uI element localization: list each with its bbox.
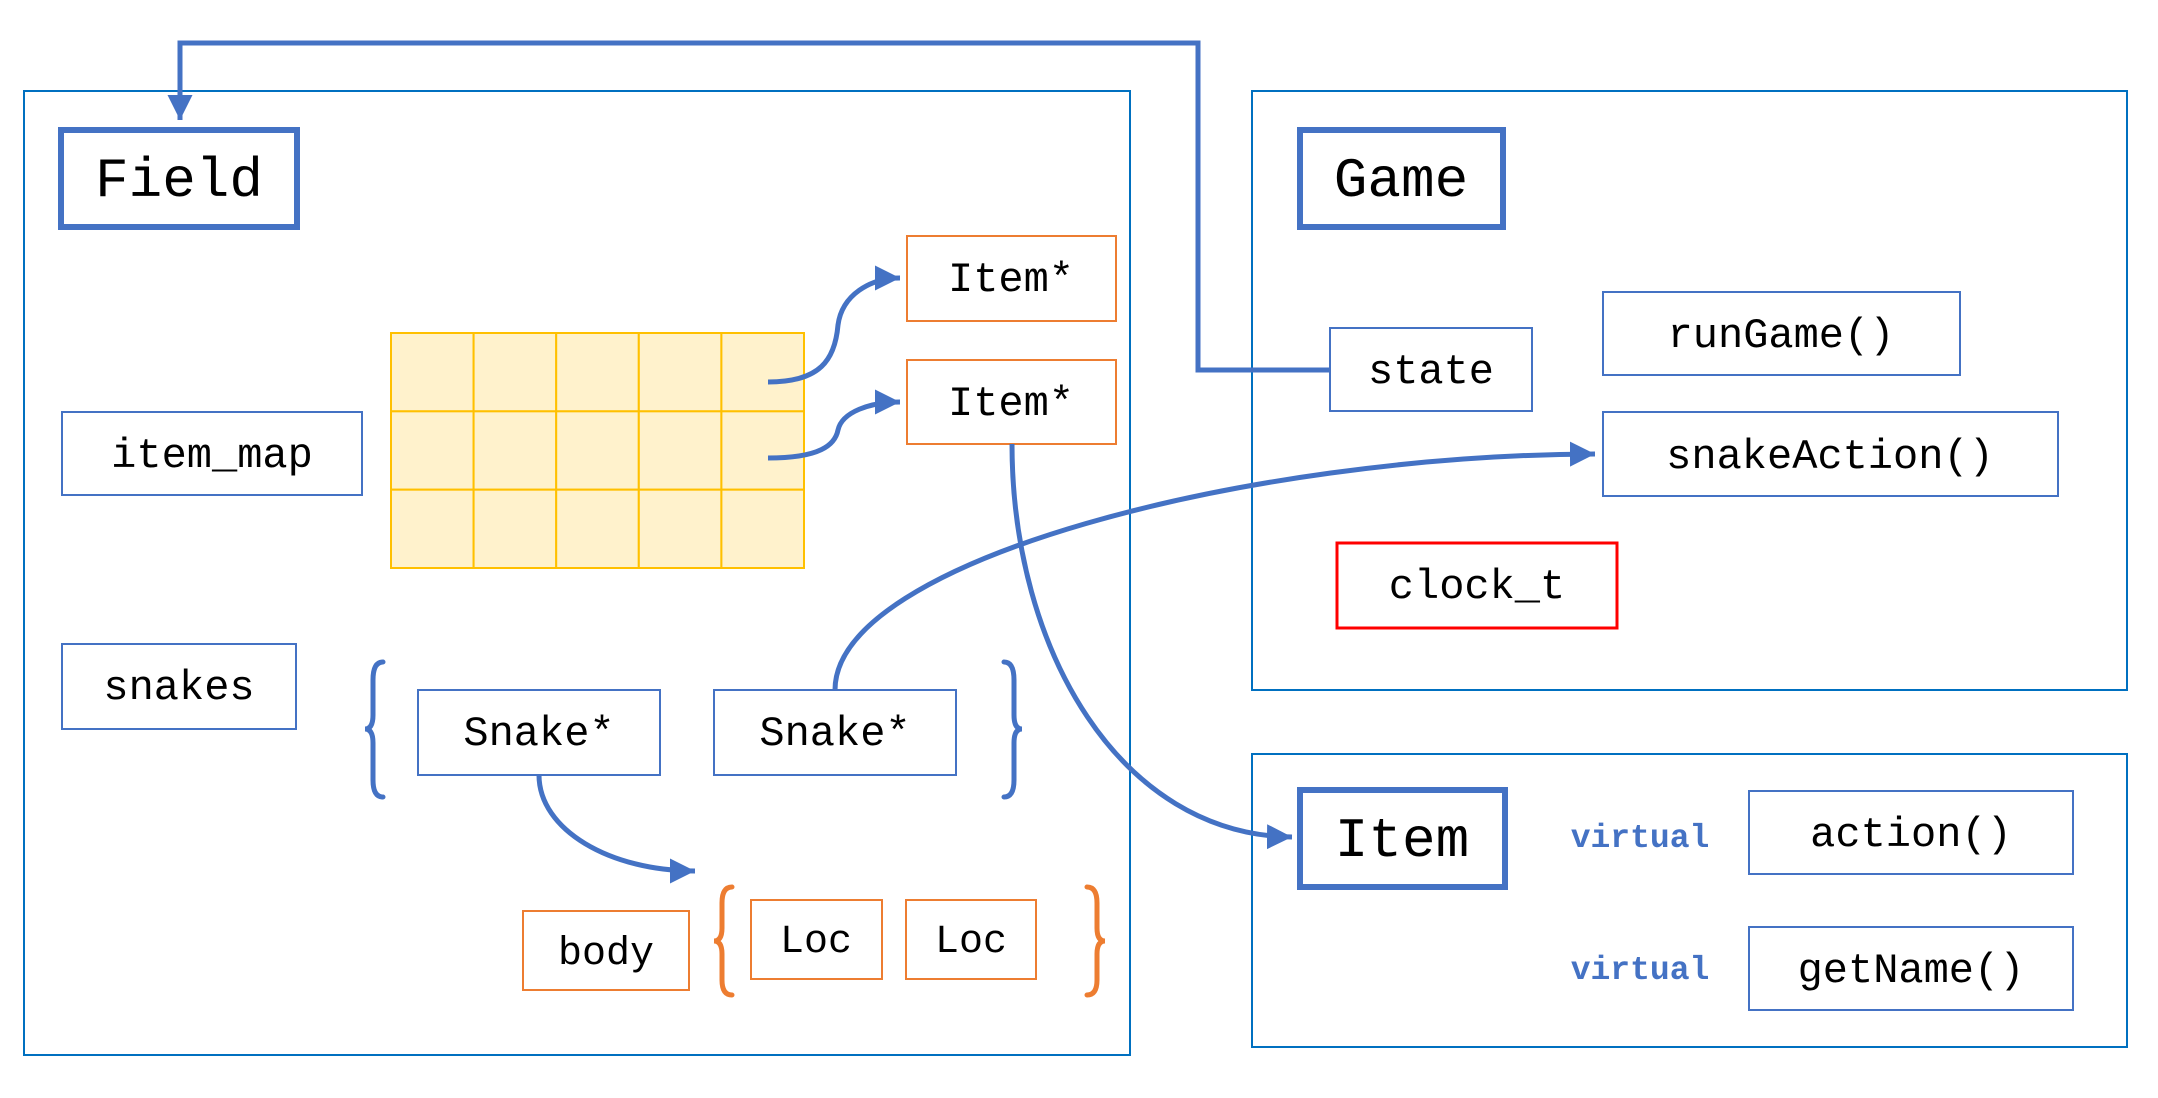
item-ptr-label: Item* [948,256,1074,304]
loc-box-1: Loc [750,899,883,980]
field-title: Field [58,127,300,230]
state-box: state [1329,327,1533,412]
run-game-label: runGame() [1668,312,1895,360]
item-ptr-box-2: Item* [906,359,1117,445]
grid-cell [390,488,475,569]
snake-action-box: snakeAction() [1602,411,2059,497]
grid-cell [555,332,640,413]
state-label: state [1368,348,1494,396]
snakes-box: snakes [61,643,297,730]
item-map-box: item_map [61,411,363,496]
snake-to-body-arrow [536,774,696,884]
snakes-left-brace [364,659,386,800]
grid-cell [555,410,640,491]
grid-cell [720,332,806,413]
grid-cell [555,488,640,569]
grid-cell [637,410,723,491]
run-game-box: runGame() [1602,291,1961,376]
action-box: action() [1748,790,2074,875]
snakes-right-brace [1001,659,1023,800]
body-label: body [558,932,654,977]
snake-ptr-label: Snake* [463,710,614,758]
item-ptr-to-item-arrow [1009,443,1293,850]
item-ptr-box-1: Item* [906,235,1117,322]
snake-ptr-box-2: Snake* [713,689,957,776]
item-title: Item [1297,787,1508,890]
game-title: Game [1297,127,1506,230]
game-title-text: Game [1334,149,1468,213]
loc-label: Loc [780,920,852,965]
body-left-brace [713,884,735,998]
grid-cell [720,410,806,491]
grid-cell [637,332,723,413]
clock-box: clock_t [1335,541,1619,630]
snakes-label: snakes [103,664,254,712]
item-map-label: item_map [111,432,313,480]
grid-cell [637,488,723,569]
state-to-field-arrow [167,40,1330,373]
body-box: body [522,910,690,991]
grid-cell [472,488,558,569]
virtual-keyword: virtual [1571,952,1710,989]
field-title-text: Field [95,149,263,213]
item-title-text: Item [1335,809,1469,873]
snake-ptr-box-1: Snake* [417,689,661,776]
loc-box-2: Loc [905,899,1037,980]
snake-action-label: snakeAction() [1666,433,1994,481]
grid-cell [720,488,806,569]
item-grid [390,332,806,569]
grid-cell [390,332,475,413]
item-ptr-label: Item* [948,380,1074,428]
action-label: action() [1810,811,2012,859]
get-name-label: getName() [1798,947,2025,995]
virtual-keyword: virtual [1571,820,1710,857]
get-name-box: getName() [1748,926,2074,1011]
class-diagram: Field item_map snakes Item* Item* Snake*… [23,40,2128,1056]
grid-cell [390,410,475,491]
grid-cell [472,332,558,413]
body-right-brace [1084,884,1106,998]
snake-ptr-label: Snake* [759,710,910,758]
grid-cell [472,410,558,491]
loc-label: Loc [935,920,1007,965]
clock-label: clock_t [1389,563,1565,611]
